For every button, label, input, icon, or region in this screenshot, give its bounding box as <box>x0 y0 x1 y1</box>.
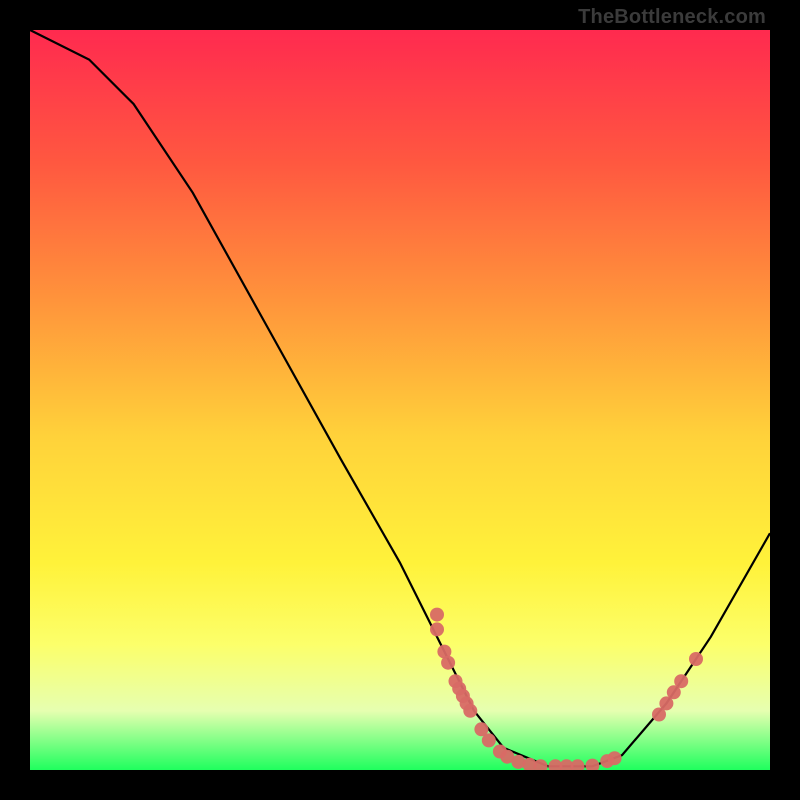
data-dot <box>430 608 444 622</box>
data-dot <box>608 751 622 765</box>
data-dots <box>430 608 703 770</box>
data-dot <box>585 759 599 770</box>
data-dot <box>674 674 688 688</box>
bottleneck-curve <box>30 30 770 766</box>
data-dot <box>571 759 585 770</box>
data-dot <box>441 656 455 670</box>
attribution-label: TheBottleneck.com <box>578 6 766 29</box>
data-dot <box>689 652 703 666</box>
data-dot <box>430 622 444 636</box>
chart-area <box>30 30 770 770</box>
data-dot <box>482 733 496 747</box>
data-dot <box>463 704 477 718</box>
chart-svg <box>30 30 770 770</box>
